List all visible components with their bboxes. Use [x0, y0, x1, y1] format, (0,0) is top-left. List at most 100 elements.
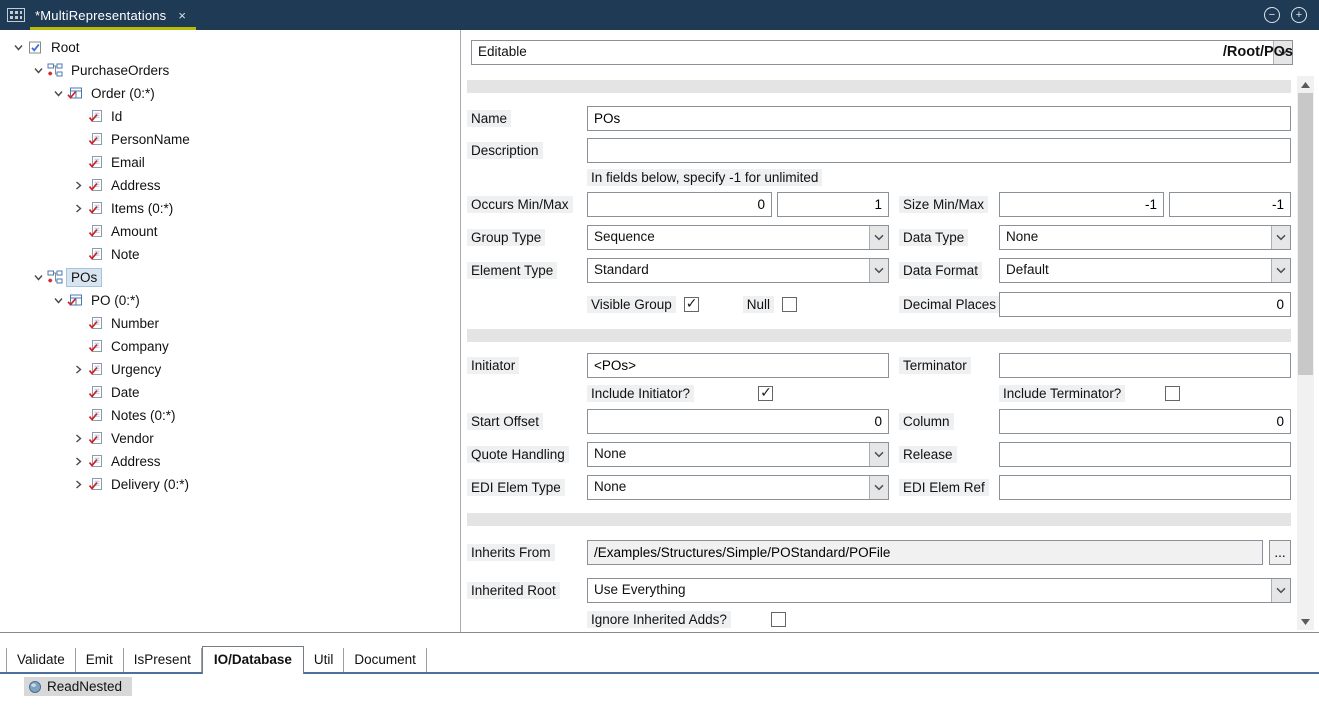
- field-icon: [86, 155, 104, 171]
- tree-item-label: Number: [107, 315, 163, 332]
- group-type-row: Group Type Sequence Data Type None: [467, 225, 1291, 250]
- expanded-arrow-icon[interactable]: [10, 40, 26, 56]
- browse-button[interactable]: ...: [1269, 540, 1291, 565]
- scroll-down-button[interactable]: [1297, 613, 1314, 630]
- tab-ispresent[interactable]: IsPresent: [124, 648, 202, 672]
- initiator-row: Initiator Terminator: [467, 353, 1291, 378]
- decimal-places-input[interactable]: [999, 292, 1291, 317]
- tree-item-personname[interactable]: PersonName: [0, 128, 460, 151]
- edit-mode-select[interactable]: Editable: [471, 40, 1293, 65]
- tree-item-label: Date: [107, 384, 144, 401]
- tree-item-company[interactable]: Company: [0, 335, 460, 358]
- tab-document[interactable]: Document: [344, 648, 427, 672]
- form-scrollbar[interactable]: [1297, 76, 1314, 630]
- edi-elem-type-select[interactable]: None: [587, 475, 889, 500]
- collapsed-arrow-icon[interactable]: [70, 362, 86, 378]
- column-input[interactable]: [999, 409, 1291, 434]
- data-type-select[interactable]: None: [999, 225, 1291, 250]
- initiator-input[interactable]: [587, 353, 889, 378]
- start-offset-input[interactable]: [587, 409, 889, 434]
- tree-item-note[interactable]: Note: [0, 243, 460, 266]
- field-icon: [86, 109, 104, 125]
- tree-item-root[interactable]: Root: [0, 36, 460, 59]
- null-checkbox[interactable]: [782, 297, 797, 312]
- null-label: Null: [743, 296, 774, 313]
- tree-item-number[interactable]: Number: [0, 312, 460, 335]
- tab-util[interactable]: Util: [304, 648, 345, 672]
- tree-item-delivery-0[interactable]: Delivery (0:*): [0, 473, 460, 496]
- release-input[interactable]: [999, 442, 1291, 467]
- tab-io-database[interactable]: IO/Database: [202, 646, 304, 674]
- tree-item-po-0[interactable]: PO (0:*): [0, 289, 460, 312]
- scrollbar-track[interactable]: [1297, 93, 1314, 613]
- root-icon: [26, 40, 44, 56]
- field-icon: [86, 431, 104, 447]
- include-terminator-checkbox[interactable]: [1165, 386, 1180, 401]
- expanded-arrow-icon[interactable]: [30, 270, 46, 286]
- terminator-input[interactable]: [999, 353, 1291, 378]
- expanded-arrow-icon[interactable]: [50, 293, 66, 309]
- inherited-root-select[interactable]: Use Everything: [587, 578, 1291, 603]
- name-row: Name: [467, 106, 1291, 131]
- quote-handling-select[interactable]: None: [587, 442, 889, 467]
- start-offset-row: Start Offset Column: [467, 409, 1291, 434]
- maximize-button[interactable]: +: [1291, 7, 1307, 23]
- group-type-value: Sequence: [588, 226, 869, 249]
- tab-validate[interactable]: Validate: [6, 648, 76, 672]
- tab-close-icon[interactable]: ×: [178, 8, 186, 23]
- tree-item-notes-0[interactable]: Notes (0:*): [0, 404, 460, 427]
- data-format-label: Data Format: [899, 262, 982, 279]
- occurs-min-input[interactable]: [587, 192, 772, 217]
- tree-item-address[interactable]: Address: [0, 450, 460, 473]
- collapsed-arrow-icon[interactable]: [70, 201, 86, 217]
- tree-item-vendor[interactable]: Vendor: [0, 427, 460, 450]
- inherits-from-input[interactable]: [587, 540, 1263, 565]
- ignore-inherited-checkbox[interactable]: [771, 612, 786, 627]
- size-min-input[interactable]: [999, 192, 1164, 217]
- initiator-label: Initiator: [467, 357, 519, 374]
- name-input[interactable]: [587, 106, 1291, 131]
- expanded-arrow-icon[interactable]: [50, 86, 66, 102]
- size-max-input[interactable]: [1169, 192, 1291, 217]
- app-icon: [5, 5, 27, 25]
- tree-item-label: Root: [47, 39, 84, 56]
- name-label: Name: [467, 110, 511, 127]
- include-initiator-checkbox[interactable]: [758, 386, 773, 401]
- tree-item-email[interactable]: Email: [0, 151, 460, 174]
- group-type-select[interactable]: Sequence: [587, 225, 889, 250]
- collapsed-arrow-icon[interactable]: [70, 431, 86, 447]
- section-separator: [467, 329, 1291, 342]
- document-tab-title: *MultiRepresentations: [35, 8, 166, 23]
- collapsed-arrow-icon[interactable]: [70, 477, 86, 493]
- tree-item-date[interactable]: Date: [0, 381, 460, 404]
- scroll-up-button[interactable]: [1297, 76, 1314, 93]
- collapsed-arrow-icon[interactable]: [70, 178, 86, 194]
- tree-item-id[interactable]: Id: [0, 105, 460, 128]
- section-separator: [467, 513, 1291, 526]
- expanded-arrow-icon[interactable]: [30, 63, 46, 79]
- description-input[interactable]: [587, 138, 1291, 163]
- occurs-max-input[interactable]: [777, 192, 889, 217]
- edi-elem-ref-input[interactable]: [999, 475, 1291, 500]
- visible-group-checkbox[interactable]: [684, 297, 699, 312]
- minimize-button[interactable]: −: [1264, 7, 1280, 23]
- scrollbar-thumb[interactable]: [1298, 93, 1313, 375]
- tree-item-amount[interactable]: Amount: [0, 220, 460, 243]
- tree-item-pos[interactable]: POs: [0, 266, 460, 289]
- method-readnested[interactable]: ReadNested: [24, 677, 132, 696]
- tree-item-purchaseorders[interactable]: PurchaseOrders: [0, 59, 460, 82]
- tree-item-address[interactable]: Address: [0, 174, 460, 197]
- tree-item-label: Notes (0:*): [107, 407, 180, 424]
- tree-item-items-0[interactable]: Items (0:*): [0, 197, 460, 220]
- tree-item-urgency[interactable]: Urgency: [0, 358, 460, 381]
- edi-elem-type-value: None: [588, 476, 869, 499]
- tree-item-label: POs: [67, 269, 101, 286]
- chevron-down-icon: [1271, 259, 1290, 282]
- edi-elem-ref-label: EDI Elem Ref: [899, 479, 989, 496]
- tab-emit[interactable]: Emit: [76, 648, 124, 672]
- tree-item-order-0[interactable]: Order (0:*): [0, 82, 460, 105]
- element-type-select[interactable]: Standard: [587, 258, 889, 283]
- document-tab[interactable]: *MultiRepresentations ×: [30, 0, 196, 30]
- data-format-select[interactable]: Default: [999, 258, 1291, 283]
- collapsed-arrow-icon[interactable]: [70, 454, 86, 470]
